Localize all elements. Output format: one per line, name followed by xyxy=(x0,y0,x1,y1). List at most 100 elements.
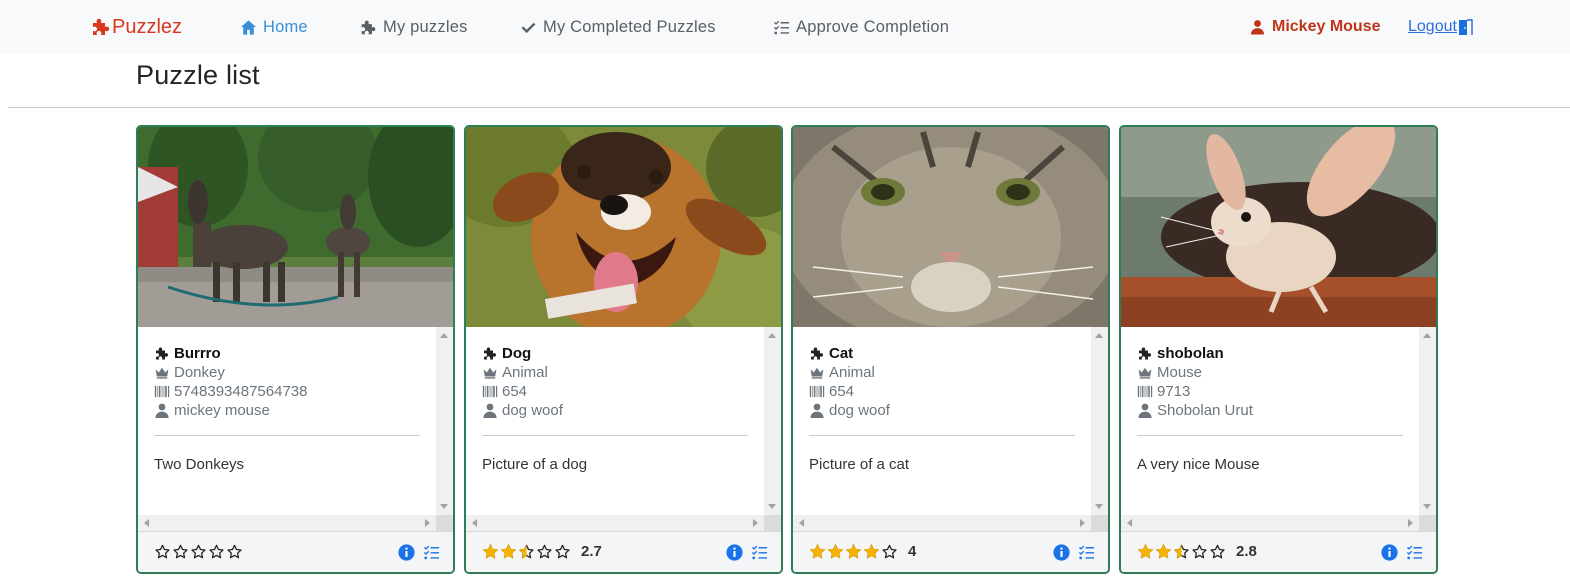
star-empty-icon[interactable] xyxy=(172,543,189,560)
code-label: 5748393487564738 xyxy=(174,383,308,400)
category-row: Donkey xyxy=(154,363,424,382)
scroll-corner xyxy=(1419,515,1436,531)
author-row: mickey mouse xyxy=(154,401,424,420)
nav-home[interactable]: Home xyxy=(240,16,308,38)
card-footer xyxy=(138,531,453,572)
nav-home-label: Home xyxy=(263,17,308,36)
brand-link[interactable]: Puzzlez xyxy=(91,15,182,39)
rating-stars[interactable]: 2.8 xyxy=(1137,543,1257,560)
logout-link[interactable]: Logout xyxy=(1408,16,1474,38)
vertical-scrollbar[interactable] xyxy=(1419,327,1436,515)
star-empty-icon[interactable] xyxy=(536,543,553,560)
person-icon xyxy=(809,403,825,418)
info-button[interactable] xyxy=(1381,544,1398,561)
home-icon xyxy=(240,19,257,36)
logout-label: Logout xyxy=(1408,18,1457,35)
star-full-icon[interactable] xyxy=(1155,543,1172,560)
puzzle-icon xyxy=(360,19,377,36)
info-button[interactable] xyxy=(1053,544,1070,561)
puzzle-image[interactable] xyxy=(466,127,781,327)
nav-my-completed-puzzles[interactable]: My Completed Puzzles xyxy=(520,16,716,38)
puzzle-card[interactable]: shobolan Mouse 9713 Shobolan Urut A very… xyxy=(1119,125,1438,574)
star-full-icon[interactable] xyxy=(1137,543,1154,560)
rating-stars[interactable]: 4 xyxy=(809,543,916,560)
author-label: dog woof xyxy=(502,402,563,419)
info-icon xyxy=(398,544,415,561)
category-label: Animal xyxy=(502,364,548,381)
check-icon xyxy=(520,19,537,36)
vertical-scrollbar[interactable] xyxy=(436,327,453,515)
horizontal-scrollbar[interactable] xyxy=(793,515,1091,531)
puzzle-image[interactable] xyxy=(793,127,1108,327)
horizontal-scrollbar[interactable] xyxy=(1121,515,1419,531)
title-divider xyxy=(8,107,1570,108)
info-icon xyxy=(1053,544,1070,561)
rating-stars[interactable] xyxy=(154,543,244,560)
author-row: Shobolan Urut xyxy=(1137,401,1407,420)
star-full-icon[interactable] xyxy=(845,543,862,560)
star-empty-icon[interactable] xyxy=(154,543,171,560)
star-empty-icon[interactable] xyxy=(190,543,207,560)
puzzle-card[interactable]: Burrro Donkey 5748393487564738 mickey mo… xyxy=(136,125,455,574)
star-full-icon[interactable] xyxy=(500,543,517,560)
star-full-icon[interactable] xyxy=(827,543,844,560)
nav-approve-completion[interactable]: Approve Completion xyxy=(773,16,949,38)
author-label: mickey mouse xyxy=(174,402,270,419)
star-half-icon[interactable] xyxy=(518,543,535,560)
puzzle-image[interactable] xyxy=(1121,127,1436,327)
author-row: dog woof xyxy=(809,401,1079,420)
info-button[interactable] xyxy=(398,544,415,561)
nav-approve-label: Approve Completion xyxy=(796,17,950,36)
star-empty-icon[interactable] xyxy=(1191,543,1208,560)
category-label: Mouse xyxy=(1157,364,1203,381)
nav-my-puzzles-label: My puzzles xyxy=(383,17,468,36)
puzzle-description: Picture of a dog xyxy=(482,456,588,473)
scroll-corner xyxy=(1091,515,1108,531)
rating-stars[interactable]: 2.7 xyxy=(482,543,602,560)
vertical-scrollbar[interactable] xyxy=(764,327,781,515)
puzzle-name-row: Cat xyxy=(809,344,1079,363)
checklist-button[interactable] xyxy=(423,544,440,561)
star-full-icon[interactable] xyxy=(863,543,880,560)
puzzle-name: Cat xyxy=(829,345,854,362)
author-row: dog woof xyxy=(482,401,752,420)
page-title: Puzzle list xyxy=(136,60,260,90)
checklist-icon xyxy=(751,544,768,561)
nav-user[interactable]: Mickey Mouse xyxy=(1250,16,1380,38)
star-full-icon[interactable] xyxy=(482,543,499,560)
puzzle-name-row: shobolan xyxy=(1137,344,1407,363)
barcode-icon xyxy=(154,384,170,399)
card-divider xyxy=(482,435,748,436)
nav-my-puzzles[interactable]: My puzzles xyxy=(360,16,468,38)
person-icon xyxy=(154,403,170,418)
star-empty-icon[interactable] xyxy=(1209,543,1226,560)
star-empty-icon[interactable] xyxy=(881,543,898,560)
puzzle-description: Two Donkeys xyxy=(154,456,245,473)
code-label: 9713 xyxy=(1157,383,1191,400)
card-divider xyxy=(809,435,1075,436)
star-empty-icon[interactable] xyxy=(226,543,243,560)
rating-value: 4 xyxy=(908,543,917,560)
star-full-icon[interactable] xyxy=(809,543,826,560)
barcode-icon xyxy=(809,384,825,399)
code-row: 9713 xyxy=(1137,382,1407,401)
checklist-button[interactable] xyxy=(751,544,768,561)
star-empty-icon[interactable] xyxy=(208,543,225,560)
star-empty-icon[interactable] xyxy=(554,543,571,560)
puzzle-name-row: Burrro xyxy=(154,344,424,363)
checklist-icon xyxy=(1406,544,1423,561)
horizontal-scrollbar[interactable] xyxy=(466,515,764,531)
info-button[interactable] xyxy=(726,544,743,561)
puzzle-image[interactable] xyxy=(138,127,453,327)
info-icon xyxy=(726,544,743,561)
horizontal-scrollbar[interactable] xyxy=(138,515,436,531)
puzzle-card[interactable]: Dog Animal 654 dog woof Picture of a dog xyxy=(464,125,783,574)
puzzle-card[interactable]: Cat Animal 654 dog woof Picture of a cat xyxy=(791,125,1110,574)
checklist-button[interactable] xyxy=(1078,544,1095,561)
star-half-icon[interactable] xyxy=(1173,543,1190,560)
checklist-button[interactable] xyxy=(1406,544,1423,561)
vertical-scrollbar[interactable] xyxy=(1091,327,1108,515)
puzzle-name: Burrro xyxy=(174,345,221,362)
crown-icon xyxy=(482,365,498,380)
brand-name: Puzzlez xyxy=(112,15,183,38)
